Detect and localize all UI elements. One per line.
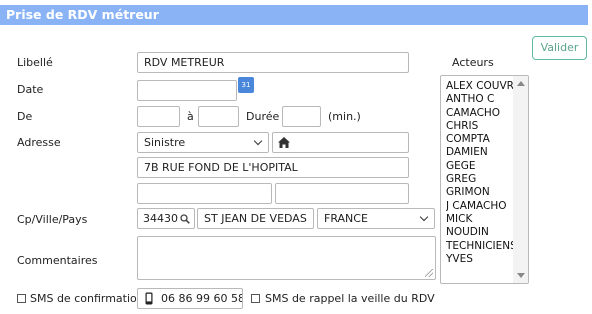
ville-input[interactable]: ST JEAN DE VEDAS xyxy=(197,208,314,229)
adresse-line3-input[interactable] xyxy=(275,183,409,204)
scroll-up-icon[interactable] xyxy=(517,81,525,86)
acteur-option[interactable]: GRIMON xyxy=(446,186,516,199)
duree-input[interactable] xyxy=(282,106,321,127)
acteur-option[interactable]: CHRIS xyxy=(446,120,516,133)
cp-input[interactable]: 34430 xyxy=(137,208,195,229)
adresse-label: Adresse xyxy=(17,136,61,149)
adresse-search-input[interactable] xyxy=(272,132,409,153)
commentaires-label: Commentaires xyxy=(17,254,98,267)
acteur-option[interactable]: COMPTA xyxy=(446,133,516,146)
valider-button[interactable]: Valider xyxy=(532,36,587,60)
acteur-option[interactable]: GREG xyxy=(446,173,516,186)
min-label: (min.) xyxy=(328,110,361,123)
acteurs-scrollbar[interactable] xyxy=(513,76,528,283)
sms-rappel-checkbox[interactable] xyxy=(251,294,260,303)
heure-fin-input[interactable] xyxy=(198,106,239,127)
pays-select[interactable]: FRANCE xyxy=(317,208,435,229)
acteur-option[interactable]: YVES xyxy=(446,253,516,266)
acteur-option[interactable]: DAMIEN xyxy=(446,146,516,159)
date-input[interactable] xyxy=(137,80,237,101)
sms-rappel-label: SMS de rappel la veille du RDV xyxy=(265,292,435,305)
adresse-line2-input[interactable] xyxy=(137,183,272,204)
adresse-line1-input[interactable]: 7B RUE FOND DE L'HOPITAL xyxy=(137,157,409,178)
adresse-type-value: Sinistre xyxy=(144,136,186,149)
acteur-option[interactable]: GEGE xyxy=(446,160,516,173)
de-label: De xyxy=(17,110,33,123)
phone-input[interactable]: 06 86 99 60 58 xyxy=(137,288,243,309)
cp-value: 34430 xyxy=(143,212,178,225)
sms-confirmation-label: SMS de confirmation xyxy=(30,292,144,305)
resize-handle[interactable] xyxy=(425,269,433,277)
mobile-phone-icon xyxy=(145,292,153,305)
date-label: Date xyxy=(17,83,44,96)
acteurs-list: ALEX COUVREURANTHO CCAMACHOCHRISCOMPTADA… xyxy=(446,80,516,266)
acteur-option[interactable]: ANTHO C xyxy=(446,93,516,106)
phone-value: 06 86 99 60 58 xyxy=(161,292,243,305)
acteur-option[interactable]: NOUDIN xyxy=(446,226,516,239)
acteur-option[interactable]: TECHNICIENS xyxy=(446,240,516,253)
commentaires-textarea[interactable] xyxy=(137,236,436,280)
acteur-option[interactable]: ALEX COUVREUR xyxy=(446,80,516,93)
adresse-type-select[interactable]: Sinistre xyxy=(137,132,269,153)
scroll-down-icon[interactable] xyxy=(517,273,525,278)
a-label: à xyxy=(187,110,194,123)
libelle-label: Libellé xyxy=(17,56,53,69)
home-icon xyxy=(278,137,290,148)
pays-value: FRANCE xyxy=(324,212,368,225)
acteur-option[interactable]: J CAMACHO xyxy=(446,200,516,213)
acteurs-listbox[interactable]: ALEX COUVREURANTHO CCAMACHOCHRISCOMPTADA… xyxy=(440,75,529,284)
heure-debut-input[interactable] xyxy=(137,106,180,127)
libelle-input[interactable]: RDV METREUR xyxy=(137,52,409,73)
acteurs-label: Acteurs xyxy=(452,56,494,69)
cp-ville-pays-label: Cp/Ville/Pays xyxy=(17,213,88,226)
calendar-icon[interactable]: 31 xyxy=(238,77,254,93)
search-icon[interactable] xyxy=(180,214,190,224)
acteur-option[interactable]: CAMACHO xyxy=(446,107,516,120)
panel-title: Prise de RDV métreur xyxy=(0,5,588,25)
acteur-option[interactable]: MICK xyxy=(446,213,516,226)
sms-confirmation-checkbox[interactable] xyxy=(17,294,26,303)
duree-label: Durée xyxy=(246,110,280,123)
